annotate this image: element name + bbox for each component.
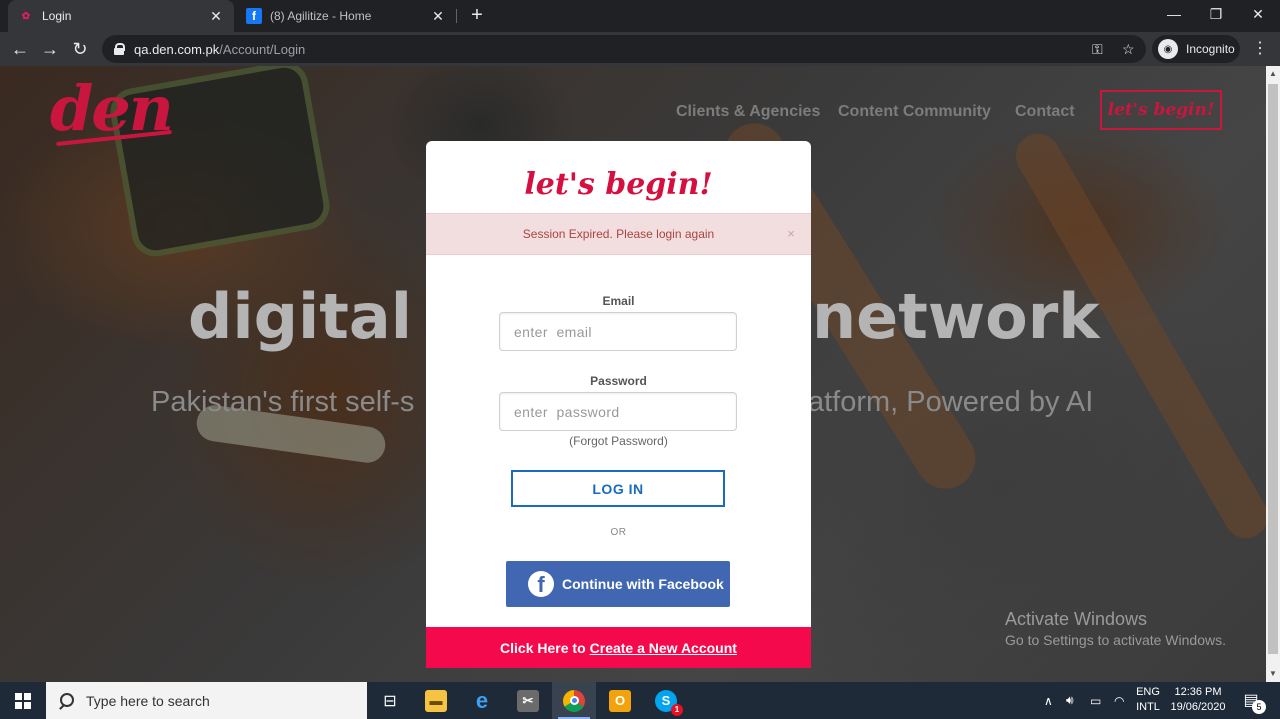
page-scrollbar[interactable]: ▲ ▼ [1266,66,1280,682]
address-bar[interactable]: qa.den.com.pk/Account/Login [102,35,1146,63]
browser-tab-strip: ✿ Login ✕ f (8) Agilitize - Home ✕ + — ❐… [0,0,1280,32]
edge-icon: e [475,687,489,713]
modal-logo: let's begin! [524,167,713,202]
or-divider: OR [610,527,627,538]
password-label: Password [590,374,647,388]
tools-icon: ✂ [517,689,539,712]
lock-icon [114,43,125,55]
incognito-profile-button[interactable]: ◉ Incognito [1152,35,1240,63]
forward-button[interactable]: → [38,37,62,61]
start-button[interactable] [0,682,46,719]
skype-button[interactable]: S1 [644,682,688,719]
session-expired-alert: Session Expired. Please login again × [426,213,811,255]
scrollbar-thumb[interactable] [1268,84,1278,654]
signup-prefix: Click Here to [500,639,586,656]
edge-button[interactable]: e [460,682,504,719]
search-placeholder: Type here to search [86,692,210,709]
login-modal: let's begin! Session Expired. Please log… [426,141,811,668]
menu-kebab-icon[interactable]: ⋮ [1252,35,1268,63]
incognito-label: Incognito [1186,42,1235,56]
tools-app-button[interactable]: ✂ [506,682,550,719]
taskbar-clock[interactable]: 12:36 PM 19/06/2020 [1168,685,1228,715]
facebook-button-label: Continue with Facebook [562,576,724,592]
tab-separator [456,9,457,23]
hero-subtitle-left: Pakistan's first self-s [151,386,415,418]
activate-windows-watermark: Activate Windows Go to Settings to activ… [1005,608,1226,650]
email-label: Email [602,294,635,308]
nav-contact[interactable]: Contact [1015,102,1075,122]
volume-icon[interactable]: 🔊︎ [1066,682,1074,719]
nav-clients-agencies[interactable]: Clients & Agencies [676,102,820,122]
url-host: qa.den.com.pk [134,41,220,57]
tab-login[interactable]: ✿ Login ✕ [8,0,234,32]
skype-badge: 1 [671,703,683,716]
hero-subtitle-right: atform, Powered by AI [808,386,1094,418]
search-icon [58,692,74,709]
language-indicator[interactable]: ENG INTL [1134,685,1162,715]
alert-message: Session Expired. Please login again [522,227,715,241]
battery-icon[interactable]: ▭ [1090,682,1101,719]
key-icon[interactable]: ⚿ [1092,35,1103,63]
browser-toolbar: ← → ↻ qa.den.com.pk/Account/Login ⚿ ☆ ◉ … [0,32,1280,66]
keyboard-layout: INTL [1136,701,1160,713]
den-logo[interactable]: den [50,78,174,140]
minimize-button[interactable]: — [1152,0,1196,30]
url-path: /Account/Login [219,41,306,57]
tab-title: (8) Agilitize - Home [270,9,372,23]
continue-with-facebook-button[interactable]: f Continue with Facebook [506,561,730,607]
outlook-icon: O [609,689,631,712]
scroll-up-arrow-icon[interactable]: ▲ [1266,66,1280,82]
tab-agilitize[interactable]: f (8) Agilitize - Home ✕ [236,0,456,32]
outlook-button[interactable]: O [598,682,642,719]
close-tab-icon[interactable]: ✕ [430,8,446,25]
restore-button[interactable]: ❐ [1194,0,1238,30]
forgot-password-link[interactable]: (Forgot Password) [426,433,811,449]
scroll-down-arrow-icon[interactable]: ▼ [1266,666,1280,682]
nav-content-community[interactable]: Content Community [838,102,991,122]
create-account-link[interactable]: Create a New Account [590,640,737,656]
reload-button[interactable]: ↻ [68,37,92,61]
windows-logo-icon [15,692,31,709]
task-view-icon: ⊟ [383,692,397,710]
close-window-button[interactable]: ✕ [1236,0,1280,30]
email-field[interactable] [499,312,737,351]
show-hidden-icons-chevron-icon[interactable]: ∧ [1044,682,1053,719]
close-tab-icon[interactable]: ✕ [208,8,224,25]
password-field[interactable] [499,392,737,431]
wifi-icon[interactable]: ◠ [1114,682,1124,719]
new-tab-button[interactable]: + [466,4,488,26]
bookmark-star-icon[interactable]: ☆ [1122,35,1135,63]
incognito-icon: ◉ [1158,39,1178,59]
den-favicon-icon: ✿ [21,10,31,22]
windows-taskbar: Type here to search ⊟ ▬ e ✂ O S1 ∧ 🔊︎ ▭ … [0,682,1280,719]
back-button[interactable]: ← [8,37,32,61]
facebook-icon: f [528,571,554,597]
folder-icon: ▬ [425,689,447,712]
file-explorer-button[interactable]: ▬ [414,682,458,719]
hero-title-right: network [812,280,1100,353]
watermark-subtitle: Go to Settings to activate Windows. [1005,632,1226,648]
lets-begin-button[interactable]: let's begin! [1100,90,1222,130]
clock-time: 12:36 PM [1174,686,1222,698]
facebook-favicon-icon: f [246,8,262,24]
language-code: ENG [1136,686,1160,698]
watermark-title: Activate Windows [1005,609,1148,629]
notification-badge: 5 [1252,700,1266,714]
clock-date: 19/06/2020 [1170,701,1226,713]
alert-close-icon[interactable]: × [784,226,798,242]
skype-icon: S1 [655,689,683,716]
create-account-bar: Click Here to Create a New Account [426,627,811,668]
notification-center-button[interactable]: ▤ 5 [1238,688,1266,714]
task-view-button[interactable]: ⊟ [368,682,412,719]
chrome-button[interactable] [552,682,596,719]
chrome-icon [563,689,585,712]
tab-title: Login [42,9,72,23]
taskbar-search[interactable]: Type here to search [46,682,367,719]
login-button[interactable]: LOG IN [511,470,725,507]
